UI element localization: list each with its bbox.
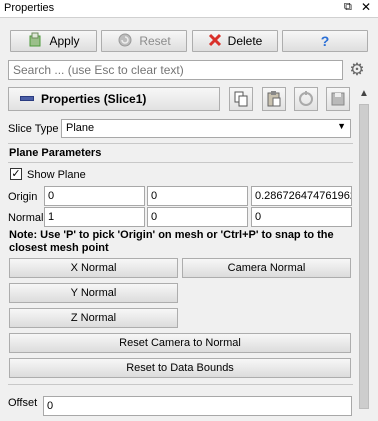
apply-button[interactable]: Apply xyxy=(10,30,97,52)
apply-icon xyxy=(27,32,43,51)
float-panel-icon[interactable]: ⧉ xyxy=(344,1,352,14)
x-normal-button[interactable]: X Normal xyxy=(9,258,178,278)
help-icon: ? xyxy=(320,33,330,49)
normal-x-field[interactable]: 1 xyxy=(44,207,145,227)
search-input[interactable] xyxy=(8,60,343,80)
divider xyxy=(8,384,353,385)
apply-label: Apply xyxy=(49,34,80,48)
close-icon[interactable]: ✕ xyxy=(361,0,371,14)
reset-button[interactable]: Reset xyxy=(101,30,187,52)
panel-titlebar: Properties ⧉ ✕ xyxy=(0,0,378,18)
reset-to-data-bounds-button[interactable]: Reset to Data Bounds xyxy=(9,358,351,378)
delete-x-icon xyxy=(208,33,222,50)
delete-label: Delete xyxy=(227,34,263,48)
reset-label: Reset xyxy=(139,34,171,48)
show-plane-checkbox[interactable]: ✓ xyxy=(10,168,22,180)
reset-icon xyxy=(117,32,133,51)
paste-icon[interactable] xyxy=(262,87,286,111)
normal-y-field[interactable]: 0 xyxy=(147,207,248,227)
properties-icon xyxy=(20,96,34,101)
pick-origin-note: Note: Use 'P' to pick 'Origin' on mesh o… xyxy=(9,229,334,254)
copy-icon[interactable] xyxy=(229,87,253,111)
offset-field[interactable]: 0 xyxy=(43,396,352,416)
gear-icon[interactable]: ⚙ xyxy=(347,60,367,80)
delete-button[interactable]: Delete xyxy=(192,30,278,52)
slice-type-value: Plane xyxy=(66,122,95,134)
origin-z-field[interactable]: 0.286726474761962 xyxy=(251,186,352,206)
origin-y-field[interactable]: 0 xyxy=(147,186,248,206)
z-normal-button[interactable]: Z Normal xyxy=(9,308,178,328)
help-button[interactable]: ? xyxy=(282,30,368,52)
y-normal-button[interactable]: Y Normal xyxy=(9,283,178,303)
chevron-down-icon: ▼ xyxy=(337,121,346,131)
scroll-up-icon[interactable]: ▲ xyxy=(359,88,369,99)
save-defaults-icon[interactable] xyxy=(326,87,350,111)
divider xyxy=(8,162,353,163)
normal-label: Normal xyxy=(8,212,44,224)
scrollbar-thumb[interactable] xyxy=(359,104,369,409)
slice-type-dropdown[interactable]: Plane ▼ xyxy=(61,119,351,138)
normal-z-field[interactable]: 0 xyxy=(251,207,352,227)
show-plane-label: Show Plane xyxy=(27,169,86,181)
properties-header-label: Properties (Slice1) xyxy=(41,92,147,106)
offset-label: Offset xyxy=(8,397,38,409)
reset-camera-to-normal-button[interactable]: Reset Camera to Normal xyxy=(9,333,351,353)
divider xyxy=(8,143,353,144)
panel-title: Properties xyxy=(4,2,55,14)
vertical-scrollbar[interactable]: ▲ xyxy=(357,88,371,421)
restore-defaults-icon[interactable] xyxy=(294,87,318,111)
origin-x-field[interactable]: 0 xyxy=(44,186,145,206)
properties-section-toggle[interactable]: Properties (Slice1) xyxy=(8,87,220,111)
slice-type-label: Slice Type xyxy=(8,123,59,135)
plane-parameters-heading: Plane Parameters xyxy=(9,147,102,159)
origin-label: Origin xyxy=(8,191,38,203)
camera-normal-button[interactable]: Camera Normal xyxy=(182,258,351,278)
